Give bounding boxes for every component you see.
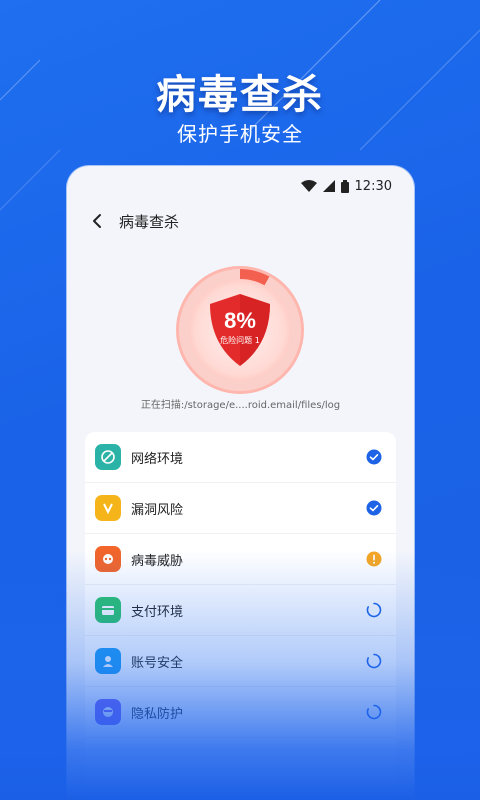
hero-title: 病毒查杀 [156,72,324,118]
list-item[interactable]: 支付环境 [85,585,396,636]
wifi-icon [300,180,317,192]
list-item-label: 账号安全 [131,655,184,671]
loading-spinner-icon [366,704,382,720]
warning-icon [366,551,382,567]
scan-path: 正在扫描:/storage/e....roid.email/files/log [140,400,341,411]
list-item[interactable]: 漏洞风险 [85,483,396,534]
list-item-label: 漏洞风险 [131,502,184,518]
virus-icon [95,546,121,572]
phone-screen: 12:30 病毒查杀 8% 危险问题 1 正在扫描:/storage/e....… [67,166,414,800]
check-circle-icon [366,500,382,516]
scan-progress: 8% 危险问题 1 [174,264,306,396]
check-list: 网络环境漏洞风险病毒威胁支付环境账号安全隐私防护 [85,432,396,800]
battery-icon [340,179,349,193]
top-nav: 病毒查杀 [67,206,414,236]
list-item[interactable]: 网络环境 [85,432,396,483]
scan-percent: 8% [224,308,256,333]
chevron-left-icon [93,214,101,228]
vulnerability-icon [95,495,121,521]
page-title: 病毒查杀 [119,212,180,231]
check-circle-icon [366,449,382,465]
status-time: 12:30 [354,178,392,194]
list-item-label: 网络环境 [131,451,184,467]
privacy-icon [95,699,121,725]
loading-spinner-icon [366,602,382,618]
list-item-label: 隐私防护 [131,706,184,722]
list-item[interactable]: 隐私防护 [85,687,396,738]
risk-label: 危险问题 1 [220,335,260,345]
status-bar: 12:30 [300,178,392,194]
list-item[interactable]: 账号安全 [85,636,396,687]
network-icon [95,444,121,470]
hero-subtitle: 保护手机安全 [177,122,303,146]
list-item-label: 支付环境 [131,604,184,620]
list-item[interactable]: 病毒威胁 [85,534,396,585]
signal-icon [322,180,335,192]
list-item-label: 病毒威胁 [131,553,184,569]
loading-spinner-icon [366,653,382,669]
back-button[interactable] [91,212,109,230]
account-icon [95,648,121,674]
payment-icon [95,597,121,623]
